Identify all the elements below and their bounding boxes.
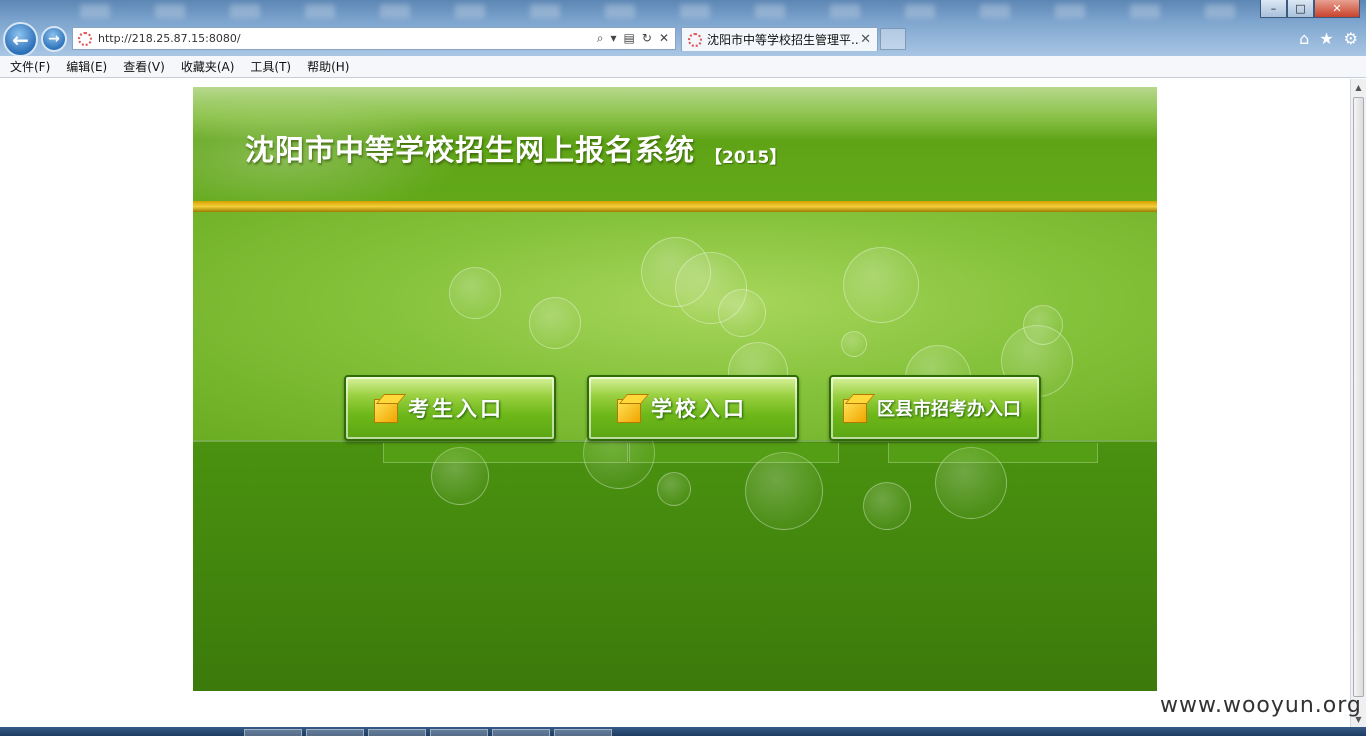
settings-gear-icon[interactable]: ⚙ <box>1344 29 1358 48</box>
forward-button[interactable]: → <box>41 26 67 52</box>
favorites-star-icon[interactable]: ★ <box>1319 29 1333 48</box>
menu-file[interactable]: 文件(F) <box>10 58 50 75</box>
menu-tools[interactable]: 工具(T) <box>250 58 291 75</box>
decor-bubble <box>529 297 581 349</box>
back-button[interactable]: ← <box>3 22 38 57</box>
district-office-entry-button[interactable]: 区县市招考办入口 <box>829 375 1041 441</box>
button-reflection <box>629 443 839 463</box>
page-title: 沈阳市中等学校招生网上报名系统 <box>245 133 696 167</box>
box-icon <box>615 393 645 423</box>
taskbar-item[interactable] <box>430 729 488 736</box>
maximize-button[interactable]: □ <box>1287 0 1314 18</box>
window-titlebar: – □ ✕ ← → http://218.25.87.15:8080/ ⌕ ▾ … <box>0 0 1366 57</box>
decor-bubble <box>745 452 823 530</box>
menu-view[interactable]: 查看(V) <box>123 58 165 75</box>
taskbar-item[interactable] <box>368 729 426 736</box>
taskbar-item[interactable] <box>306 729 364 736</box>
compat-view-icon[interactable]: ▤ <box>624 31 635 46</box>
school-entry-label: 学校入口 <box>651 397 747 421</box>
tab-favicon-icon <box>688 32 702 47</box>
taskbar-item[interactable] <box>492 729 550 736</box>
menu-help[interactable]: 帮助(H) <box>307 58 349 75</box>
address-bar[interactable]: http://218.25.87.15:8080/ ⌕ ▾ ▤ ↻ ✕ <box>72 27 676 50</box>
dropdown-icon[interactable]: ▾ <box>611 31 617 46</box>
decor-bubble <box>1023 305 1063 345</box>
district-office-entry-label: 区县市招考办入口 <box>877 399 1021 420</box>
home-icon[interactable]: ⌂ <box>1299 29 1309 48</box>
header-banner: 沈阳市中等学校招生网上报名系统 【2015】 <box>193 87 1157 205</box>
tab-title: 沈阳市中等学校招生管理平... <box>707 33 861 47</box>
student-entry-label: 考生入口 <box>408 397 504 421</box>
menu-bar: 文件(F) 编辑(E) 查看(V) 收藏夹(A) 工具(T) 帮助(H) <box>0 56 1366 78</box>
minimize-button[interactable]: – <box>1260 0 1287 18</box>
box-icon <box>841 393 871 423</box>
window-controls: – □ ✕ <box>1260 0 1360 18</box>
student-entry-button[interactable]: 考生入口 <box>344 375 556 441</box>
tab-close-icon[interactable]: ✕ <box>860 32 871 47</box>
address-tools: ⌕ ▾ ▤ ↻ ✕ <box>597 31 669 46</box>
decor-bubble <box>449 267 501 319</box>
site-favicon-icon <box>78 31 92 46</box>
decor-bubble <box>657 472 691 506</box>
page-year: 【2015】 <box>705 148 787 168</box>
watermark: www.wooyun.org <box>1160 693 1362 718</box>
menu-favorites[interactable]: 收藏夹(A) <box>181 58 235 75</box>
decor-bubble <box>718 289 766 337</box>
decor-bubble <box>843 247 919 323</box>
forward-icon: → <box>48 31 60 47</box>
back-icon: ← <box>12 27 29 52</box>
page-content: 沈阳市中等学校招生网上报名系统 【2015】 考生入口 学校入口 区县市招考办入… <box>193 87 1157 691</box>
taskbar-item[interactable] <box>554 729 612 736</box>
menu-edit[interactable]: 编辑(E) <box>66 58 107 75</box>
scroll-up-icon[interactable]: ▲ <box>1351 79 1366 95</box>
browser-toolbar-icons: ⌂ ★ ⚙ <box>1299 29 1358 48</box>
gold-divider <box>193 201 1157 212</box>
box-icon <box>372 393 402 423</box>
refresh-icon[interactable]: ↻ <box>642 31 652 46</box>
new-tab-button[interactable] <box>880 28 906 50</box>
decor-bubble <box>863 482 911 530</box>
taskbar-item[interactable] <box>244 729 302 736</box>
button-reflection <box>383 443 628 463</box>
vertical-scrollbar[interactable]: ▲ ▼ <box>1350 79 1366 727</box>
button-reflection <box>888 443 1098 463</box>
scroll-thumb[interactable] <box>1353 97 1364 697</box>
stop-icon[interactable]: ✕ <box>659 31 669 46</box>
close-window-button[interactable]: ✕ <box>1314 0 1360 18</box>
school-entry-button[interactable]: 学校入口 <box>587 375 799 441</box>
taskbar <box>0 727 1366 736</box>
url-text[interactable]: http://218.25.87.15:8080/ <box>98 32 597 45</box>
search-icon[interactable]: ⌕ <box>597 31 604 46</box>
tab-active[interactable]: 沈阳市中等学校招生管理平... ✕ <box>681 27 878 51</box>
decor-bubble <box>841 331 867 357</box>
